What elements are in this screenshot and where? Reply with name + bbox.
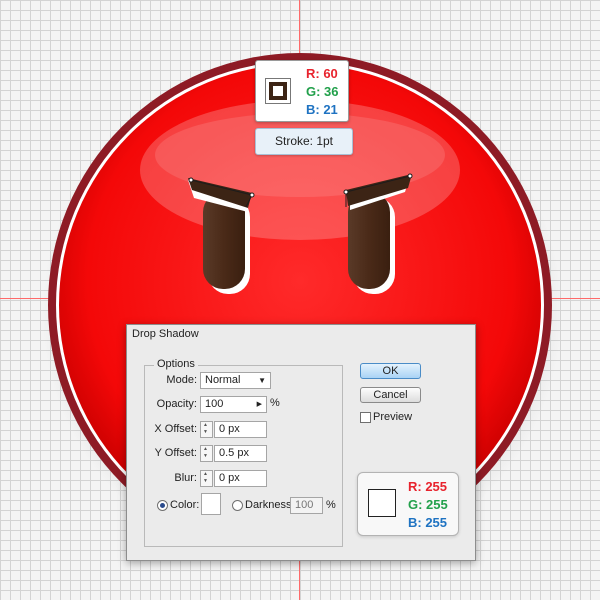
dialog-title: Drop Shadow (132, 328, 199, 340)
stroke-r-value: R: 60 (306, 66, 338, 81)
mode-value: Normal (205, 374, 241, 386)
xoffset-label: X Offset: (154, 423, 197, 435)
shadow-rgb-values: R: 255 G: 255 B: 255 (408, 478, 448, 532)
opacity-input[interactable]: 100 ▶ (200, 396, 267, 413)
stroke-weight-label: Stroke: 1pt (255, 128, 353, 155)
white-color-swatch (368, 489, 396, 517)
yoffset-label: Y Offset: (154, 447, 197, 459)
shadow-g-value: G: 255 (408, 497, 448, 512)
stroke-g-value: G: 36 (306, 84, 339, 99)
mode-dropdown[interactable]: Normal ▼ (200, 372, 271, 389)
color-radio[interactable] (157, 500, 168, 511)
opacity-label: Opacity: (156, 398, 197, 410)
xoffset-stepper[interactable] (200, 421, 213, 438)
cancel-button[interactable]: Cancel (360, 387, 421, 403)
blur-label: Blur: (174, 472, 197, 484)
shadow-color-swatch[interactable] (201, 493, 221, 515)
opacity-unit: % (270, 397, 280, 409)
ok-button[interactable]: OK (360, 363, 421, 379)
yoffset-stepper[interactable] (200, 445, 213, 462)
blur-input[interactable]: 0 px (214, 470, 267, 487)
chevron-right-icon: ▶ (256, 401, 262, 408)
stroke-color-panel: R: 60 G: 36 B: 21 (255, 60, 349, 122)
darkness-input[interactable]: 100 (290, 497, 323, 514)
chevron-down-icon: ▼ (258, 376, 266, 385)
stroke-b-value: B: 21 (306, 102, 338, 117)
yoffset-input[interactable]: 0.5 px (214, 445, 267, 462)
mode-label: Mode: (166, 374, 197, 386)
xoffset-input[interactable]: 0 px (214, 421, 267, 438)
stroke-rgb-values: R: 60 G: 36 B: 21 (306, 65, 339, 119)
color-label: Color: (170, 499, 200, 511)
stroke-swatch (265, 78, 291, 104)
shadow-b-value: B: 255 (408, 515, 448, 530)
preview-checkbox[interactable] (360, 412, 371, 423)
darkness-label: Darkness: (245, 499, 295, 511)
preview-label: Preview (373, 411, 413, 423)
opacity-value: 100 (205, 398, 224, 410)
shadow-r-value: R: 255 (408, 479, 448, 494)
shadow-color-panel: R: 255 G: 255 B: 255 (357, 472, 459, 536)
darkness-radio[interactable] (232, 500, 243, 511)
blur-stepper[interactable] (200, 470, 213, 487)
options-legend: Options (154, 358, 198, 370)
darkness-unit: % (326, 499, 336, 511)
